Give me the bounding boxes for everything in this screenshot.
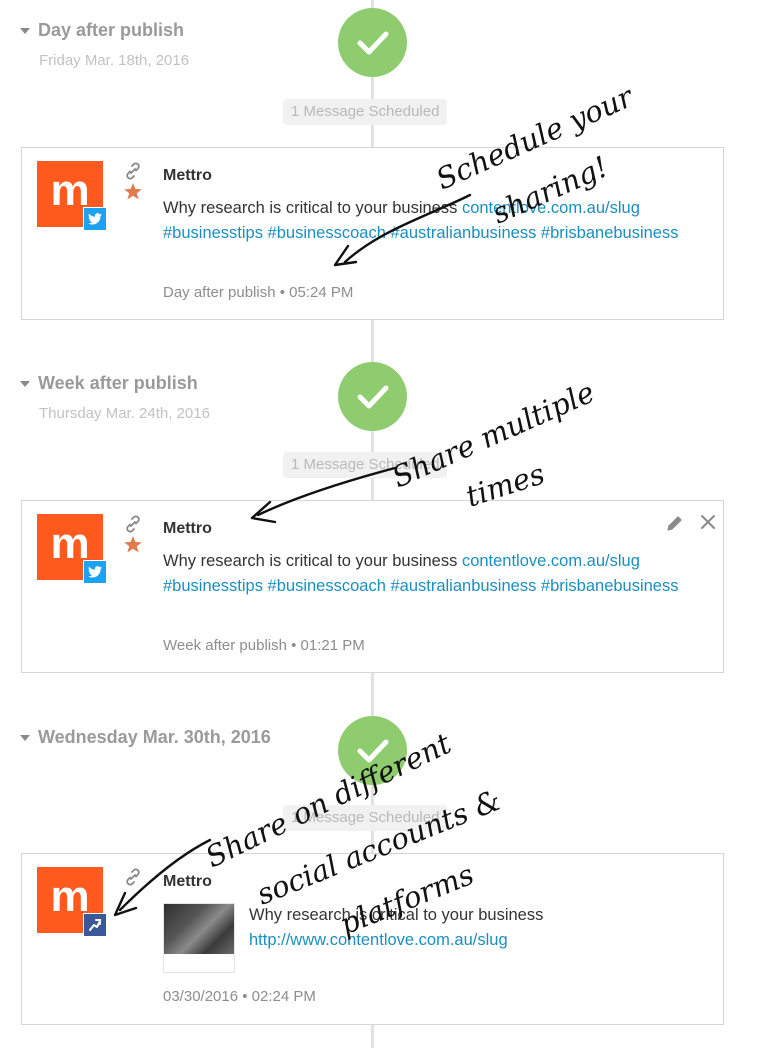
star-icon[interactable] [123, 182, 143, 201]
post-card[interactable]: m Mettro Why research is critical to you… [21, 853, 724, 1025]
published-check-icon [338, 716, 407, 785]
twitter-icon [83, 207, 107, 231]
section-header-day-after[interactable]: Day after publish [20, 20, 184, 41]
section-title: Week after publish [38, 373, 198, 393]
post-schedule-time: Day after publish • 05:24 PM [163, 284, 354, 301]
section-date: Thursday Mar. 24th, 2016 [39, 405, 210, 422]
post-author: Mettro [163, 520, 212, 537]
social-network-icon [83, 913, 107, 937]
post-message: Why research is critical to your busines… [249, 906, 544, 949]
section-title: Day after publish [38, 20, 185, 40]
post-hashtags[interactable]: #businesstips #businesscoach #australian… [163, 577, 679, 595]
post-schedule-time: Week after publish • 01:21 PM [163, 637, 365, 654]
section-date: Friday Mar. 18th, 2016 [39, 52, 190, 69]
edit-pencil-icon[interactable] [665, 513, 685, 533]
post-message: Why research is critical to your busines… [163, 199, 679, 242]
link-icon[interactable] [123, 867, 143, 887]
post-author: Mettro [163, 873, 212, 890]
scheduled-count-badge: 1 Message Scheduled [283, 99, 448, 125]
published-check-icon [338, 362, 407, 431]
link-preview-thumbnail[interactable] [163, 903, 235, 973]
post-link[interactable]: contentlove.com.au/slug [462, 199, 640, 217]
section-header-week-after[interactable]: Week after publish [20, 373, 198, 394]
post-link[interactable]: http://www.contentlove.com.au/slug [249, 931, 508, 949]
post-schedule-time: 03/30/2016 • 02:24 PM [163, 988, 316, 1005]
section-header-wednesday[interactable]: Wednesday Mar. 30th, 2016 [20, 727, 271, 748]
collapse-caret-icon[interactable] [20, 381, 30, 387]
post-card[interactable]: m Mettro Why research is critical to you… [21, 147, 724, 320]
post-author: Mettro [163, 167, 212, 184]
link-icon[interactable] [123, 161, 143, 181]
star-icon[interactable] [123, 535, 143, 554]
scheduled-count-badge: 1 Message Scheduled [283, 805, 448, 831]
collapse-caret-icon[interactable] [20, 28, 30, 34]
published-check-icon [338, 8, 407, 77]
post-message: Why research is critical to your busines… [163, 552, 679, 595]
post-link[interactable]: contentlove.com.au/slug [462, 552, 640, 570]
post-hashtags[interactable]: #businesstips #businesscoach #australian… [163, 224, 679, 242]
close-icon[interactable] [698, 512, 718, 532]
link-icon[interactable] [123, 514, 143, 534]
collapse-caret-icon[interactable] [20, 735, 30, 741]
scheduled-count-badge: 1 Message Scheduled [283, 452, 448, 478]
post-card[interactable]: m Mettro Why research is critical to you… [21, 500, 724, 673]
twitter-icon [83, 560, 107, 584]
section-title: Wednesday Mar. 30th, 2016 [38, 727, 271, 747]
